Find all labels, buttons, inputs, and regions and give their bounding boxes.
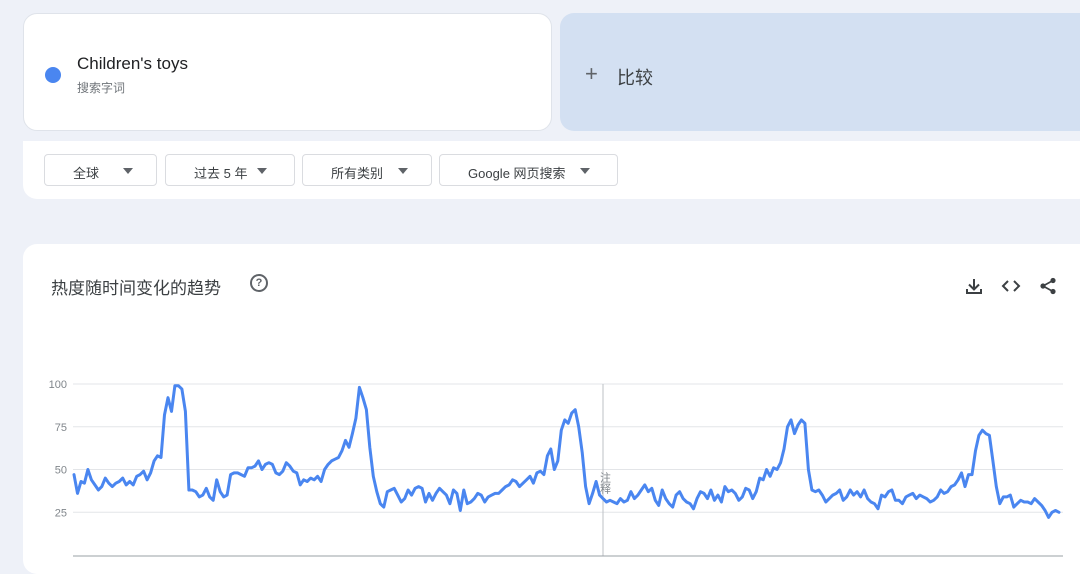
compare-label: 比较 <box>617 68 653 88</box>
y-tick-label: 75 <box>55 422 67 434</box>
y-tick-label: 100 <box>49 379 67 391</box>
region-filter[interactable]: 全球 <box>44 154 157 186</box>
y-tick-label: 50 <box>55 465 67 477</box>
region-filter-label: 全球 <box>73 166 100 181</box>
search-term-title[interactable]: Children's toys <box>77 54 188 74</box>
annotation-marker-label[interactable]: 注释 <box>599 471 612 495</box>
filters-bar: 全球 过去 5 年 所有类别 Google 网页搜索 <box>23 141 1080 199</box>
dropdown-arrow-icon <box>257 168 267 174</box>
dropdown-arrow-icon <box>398 168 408 174</box>
time-range-filter-label: 过去 5 年 <box>194 166 248 181</box>
y-tick-label: 25 <box>55 507 67 519</box>
series-line-childrens-toys[interactable] <box>72 384 1061 519</box>
interest-over-time-panel: 热度随时间变化的趋势 ? 100 75 50 25 注释 <box>23 244 1080 574</box>
category-filter[interactable]: 所有类别 <box>302 154 432 186</box>
plus-icon: + <box>585 61 598 86</box>
search-term-card[interactable]: Children's toys 搜索字词 <box>23 13 552 131</box>
dropdown-arrow-icon <box>123 168 133 174</box>
y-axis-ticks: 100 75 50 25 <box>49 379 67 519</box>
search-type-filter-label: Google 网页搜索 <box>468 166 566 181</box>
compare-button[interactable]: + 比较 <box>560 13 1080 131</box>
series-color-dot <box>45 67 61 83</box>
search-term-subtitle: 搜索字词 <box>77 81 126 95</box>
time-range-filter[interactable]: 过去 5 年 <box>165 154 295 186</box>
category-filter-label: 所有类别 <box>331 166 384 181</box>
search-type-filter[interactable]: Google 网页搜索 <box>439 154 618 186</box>
trend-chart[interactable]: 100 75 50 25 注释 <box>23 244 1080 574</box>
dropdown-arrow-icon <box>580 168 590 174</box>
